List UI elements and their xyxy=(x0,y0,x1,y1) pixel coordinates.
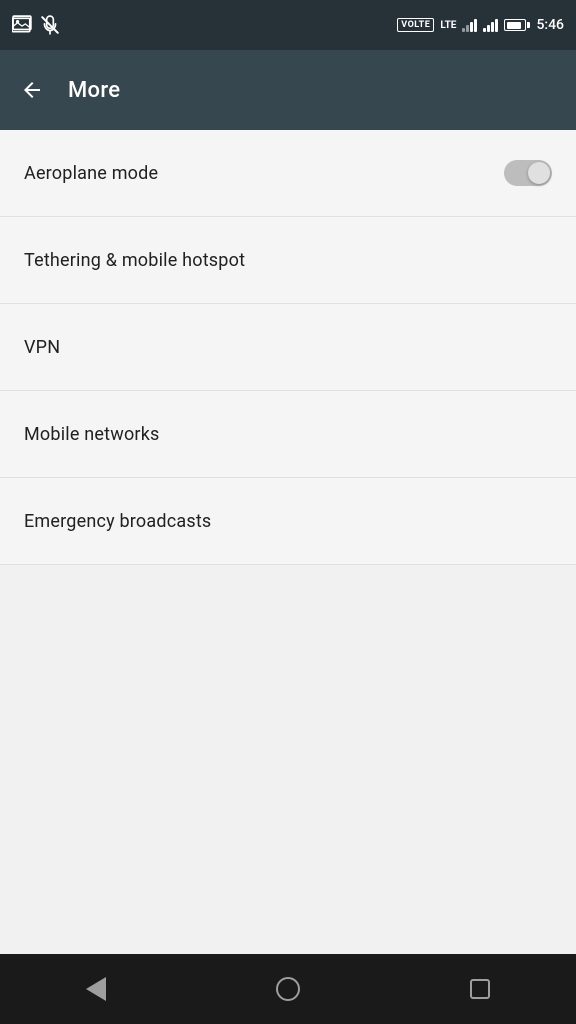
clock: 5:46 xyxy=(536,17,564,33)
home-nav-icon xyxy=(276,977,300,1001)
status-bar-right-icons: VOLTE LTE 5:46 xyxy=(397,17,564,33)
status-bar: VOLTE LTE 5:46 xyxy=(0,0,576,50)
aeroplane-mode-item[interactable]: Aeroplane mode xyxy=(0,130,576,217)
recents-nav-button[interactable] xyxy=(455,964,505,1014)
app-bar: More xyxy=(0,50,576,130)
mobile-networks-label: Mobile networks xyxy=(24,424,160,445)
recents-nav-icon xyxy=(470,979,490,999)
back-button[interactable] xyxy=(20,78,44,102)
toggle-thumb xyxy=(528,162,550,184)
vpn-label: VPN xyxy=(24,337,60,358)
tethering-hotspot-label: Tethering & mobile hotspot xyxy=(24,250,245,271)
back-nav-icon xyxy=(86,977,106,1001)
mic-mute-icon xyxy=(40,15,60,35)
home-nav-button[interactable] xyxy=(263,964,313,1014)
signal-strength-2-icon xyxy=(483,18,498,32)
tethering-hotspot-item[interactable]: Tethering & mobile hotspot xyxy=(0,217,576,304)
gallery-icon xyxy=(12,15,32,35)
lte-indicator: LTE xyxy=(440,20,456,31)
mobile-networks-item[interactable]: Mobile networks xyxy=(0,391,576,478)
settings-list: Aeroplane mode Tethering & mobile hotspo… xyxy=(0,130,576,954)
signal-strength-icon xyxy=(462,18,477,32)
emergency-broadcasts-item[interactable]: Emergency broadcasts xyxy=(0,478,576,565)
back-nav-button[interactable] xyxy=(71,964,121,1014)
page-title: More xyxy=(68,78,120,103)
battery-icon xyxy=(504,19,530,31)
aeroplane-mode-toggle[interactable] xyxy=(504,160,552,186)
nav-bar xyxy=(0,954,576,1024)
aeroplane-mode-label: Aeroplane mode xyxy=(24,163,158,184)
status-bar-left-icons xyxy=(12,15,60,35)
vpn-item[interactable]: VPN xyxy=(0,304,576,391)
volte-indicator: VOLTE xyxy=(397,18,434,32)
emergency-broadcasts-label: Emergency broadcasts xyxy=(24,511,211,532)
